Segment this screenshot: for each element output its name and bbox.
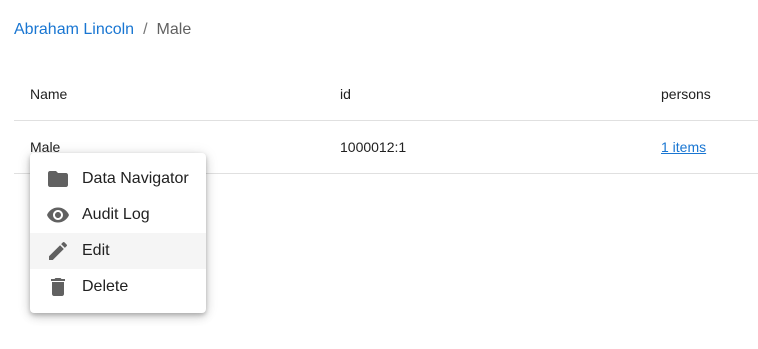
folder-icon [46,167,70,191]
menu-item-audit-log[interactable]: Audit Log [30,197,206,233]
breadcrumb: Abraham Lincoln / Male [14,20,191,40]
trash-icon [46,275,70,299]
column-header-id[interactable]: id [340,67,661,121]
menu-item-label: Audit Log [82,206,150,223]
menu-item-label: Edit [82,242,110,259]
breadcrumb-current: Male [156,21,192,38]
menu-item-data-navigator[interactable]: Data Navigator [30,161,206,197]
column-header-persons[interactable]: persons [661,67,758,121]
context-menu: Data Navigator Audit Log Edit Delete [30,153,206,313]
menu-item-edit[interactable]: Edit [30,233,206,269]
menu-item-delete[interactable]: Delete [30,269,206,305]
breadcrumb-link-parent[interactable]: Abraham Lincoln [14,20,134,40]
pencil-icon [46,239,70,263]
cell-persons: 1 items [661,120,758,174]
breadcrumb-separator: / [143,21,148,38]
column-header-name[interactable]: Name [14,67,340,121]
cell-id: 1000012:1 [340,120,661,174]
persons-items-link[interactable]: 1 items [661,139,706,155]
menu-item-label: Data Navigator [82,170,189,187]
table-header-row: Name id persons [14,67,758,121]
page: Abraham Lincoln / Male Name id persons M… [0,0,758,349]
eye-icon [46,203,70,227]
menu-item-label: Delete [82,278,129,295]
